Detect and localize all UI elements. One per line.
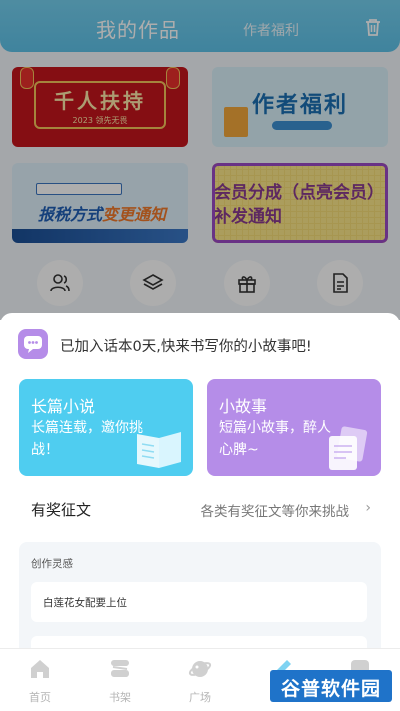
essay-contest-row[interactable]: 有奖征文 各类有奖征文等你来挑战 › bbox=[19, 491, 381, 525]
note-pages-icon bbox=[329, 426, 368, 470]
site-watermark: 谷普软件园 bbox=[270, 670, 392, 702]
chat-bubble-icon bbox=[18, 329, 48, 359]
card-description: 长篇连载，邀你挑战！ bbox=[31, 420, 143, 458]
watermark-text: 谷普软件园 bbox=[280, 678, 381, 700]
tab-bookshelf[interactable]: 书架 bbox=[90, 657, 150, 707]
bookshelf-icon bbox=[111, 660, 129, 677]
works-page-background: 我的作品 作者福利 千人扶持 2023 领先无畏 作者福利 报税方式变更通知 会… bbox=[0, 0, 400, 320]
inspiration-panel: 创作灵感 白莲花女配要上位 bbox=[19, 542, 381, 662]
tab-home[interactable]: 首页 bbox=[10, 657, 70, 707]
tab-plaza[interactable]: 广场 bbox=[170, 657, 230, 707]
tab-label: 首页 bbox=[29, 691, 51, 704]
tab-label: 广场 bbox=[189, 691, 211, 704]
home-icon bbox=[31, 660, 49, 678]
long-novel-card[interactable]: 长篇小说 长篇连载，邀你挑战！ bbox=[19, 379, 193, 476]
short-story-card[interactable]: 小故事 短篇小故事，醉人心脾~ bbox=[207, 379, 381, 476]
tab-label: 书架 bbox=[109, 691, 131, 704]
modal-dim-overlay[interactable] bbox=[0, 0, 400, 320]
contest-hint: 各类有奖征文等你来挑战 bbox=[200, 504, 350, 520]
tip-text: 已加入话本0天,快来书写你的小故事吧! bbox=[60, 339, 312, 355]
card-description: 短篇小故事，醉人心脾~ bbox=[219, 420, 331, 458]
planet-icon bbox=[188, 661, 212, 677]
inspiration-item[interactable]: 白莲花女配要上位 bbox=[31, 582, 367, 622]
writing-tip: 已加入话本0天,快来书写你的小故事吧! bbox=[18, 328, 382, 360]
card-title: 小故事 bbox=[219, 397, 268, 416]
contest-label: 有奖征文 bbox=[31, 501, 92, 519]
inspiration-item-text: 白莲花女配要上位 bbox=[43, 597, 127, 609]
chevron-right-icon: › bbox=[365, 500, 371, 516]
card-title: 长篇小说 bbox=[31, 397, 96, 416]
open-book-icon bbox=[137, 432, 181, 468]
inspiration-title: 创作灵感 bbox=[31, 558, 73, 570]
